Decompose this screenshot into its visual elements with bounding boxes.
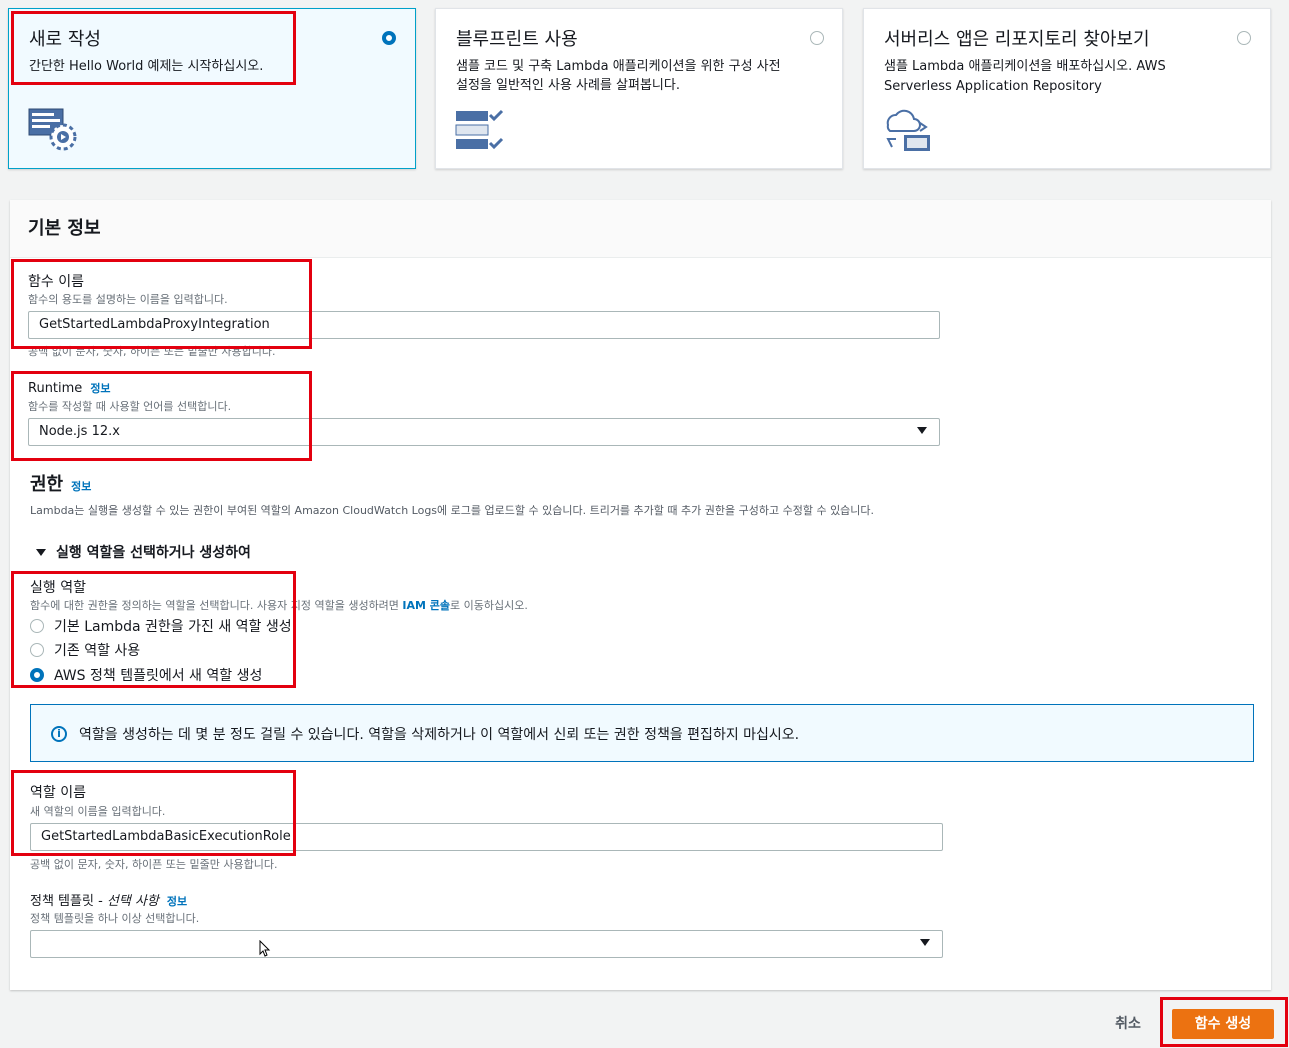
role-name-desc: 새 역할의 이름을 입력합니다. — [30, 805, 166, 818]
runtime-desc: 함수를 작성할 때 사용할 언어를 선택합니다. — [28, 400, 232, 413]
panel-title: 기본 정보 — [28, 218, 101, 239]
code-gear-icon — [28, 108, 77, 151]
radio-label: 기본 Lambda 권한을 가진 새 역할 생성 — [54, 619, 292, 635]
runtime-label: Runtime 정보 — [28, 380, 111, 396]
option-desc: 간단한 Hello World 예제는 시작하십시오. — [29, 59, 264, 74]
execution-role-desc-post: 로 이동하십시오. — [450, 599, 528, 612]
iam-console-link[interactable]: IAM 콘솔 — [402, 599, 450, 612]
function-name-hint: 공백 없이 문자, 숫자, 하이픈 또는 밑줄만 사용합니다. — [28, 345, 276, 358]
radio-option-new-basic-role[interactable]: 기본 Lambda 권한을 가진 새 역할 생성 — [30, 616, 292, 636]
role-name-label: 역할 이름 — [30, 785, 86, 801]
option-desc-line1: 샘플 코드 및 구축 Lambda 애플리케이션을 위한 구성 사전 — [456, 59, 781, 74]
runtime-info-link[interactable]: 정보 — [90, 382, 110, 395]
radio-button[interactable] — [30, 619, 44, 633]
radio-option-policy-template-role[interactable]: AWS 정책 템플릿에서 새 역할 생성 — [30, 665, 262, 685]
execution-role-desc-pre: 함수에 대한 권한을 정의하는 역할을 선택합니다. 사용자 지정 역할을 생성… — [30, 599, 403, 612]
option-radio[interactable] — [1237, 31, 1251, 45]
option-desc-line2: 설정을 일반적인 사용 사례를 살펴봅니다. — [456, 78, 680, 93]
permissions-info-link[interactable]: 정보 — [71, 480, 91, 493]
option-title: 서버리스 앱은 리포지토리 찾아보기 — [884, 29, 1150, 50]
option-desc-line2: Serverless Application Repository — [884, 79, 1102, 94]
permissions-title: 권한 정보 — [30, 470, 91, 496]
radio-label: 기존 역할 사용 — [54, 643, 141, 659]
radio-label: AWS 정책 템플릿에서 새 역할 생성 — [54, 668, 263, 684]
execution-role-desc: 함수에 대한 권한을 정의하는 역할을 선택합니다. 사용자 지정 역할을 생성… — [30, 597, 528, 613]
checklist-icon — [455, 109, 504, 150]
option-desc-line1: 샘플 Lambda 애플리케이션을 배포하십시오. AWS — [884, 59, 1166, 74]
runtime-label-text: Runtime — [28, 381, 83, 396]
expander-label: 실행 역할을 선택하거나 생성하여 — [56, 545, 251, 561]
option-card-author-from-scratch[interactable]: 새로 작성 간단한 Hello World 예제는 시작하십시오. — [8, 8, 416, 169]
permissions-desc: Lambda는 실행을 생성할 수 있는 권한이 부여된 역할의 Amazon … — [30, 504, 875, 517]
policy-template-label-text: 정책 템플릿 - — [30, 894, 107, 909]
runtime-select[interactable]: Node.js 12.x — [28, 418, 940, 446]
option-radio[interactable] — [810, 31, 824, 45]
role-name-input[interactable]: GetStartedLambdaBasicExecutionRole — [30, 823, 943, 851]
execution-role-label: 실행 역할 — [30, 580, 86, 596]
option-card-blueprint[interactable]: 블루프린트 사용 샘플 코드 및 구축 Lambda 애플리케이션을 위한 구성… — [435, 8, 843, 169]
radio-button[interactable] — [30, 643, 44, 657]
alert-text: 역할을 생성하는 데 몇 분 정도 걸릴 수 있습니다. 역할을 삭제하거나 이… — [79, 727, 800, 743]
policy-template-optional: 선택 사항 — [106, 894, 159, 909]
option-card-serverless-repo[interactable]: 서버리스 앱은 리포지토리 찾아보기 샘플 Lambda 애플리케이션을 배포하… — [863, 8, 1271, 169]
function-name-desc: 함수의 용도를 설명하는 이름을 입력합니다. — [28, 293, 228, 306]
chevron-down-icon — [920, 939, 930, 946]
cloud-deploy-icon — [886, 109, 930, 151]
runtime-select-value: Node.js 12.x — [39, 424, 120, 439]
caret-down-icon — [36, 548, 46, 556]
create-function-button[interactable]: 함수 생성 — [1172, 1009, 1274, 1039]
role-name-hint: 공백 없이 문자, 숫자, 하이픈 또는 밑줄만 사용합니다. — [30, 858, 278, 871]
function-name-label: 함수 이름 — [28, 274, 84, 290]
execution-role-expander[interactable]: 실행 역할을 선택하거나 생성하여 — [36, 542, 251, 562]
panel-header: 기본 정보 — [10, 200, 1271, 258]
cancel-button[interactable]: 취소 — [1105, 1010, 1151, 1038]
policy-template-select[interactable] — [30, 930, 943, 958]
chevron-down-icon — [917, 427, 927, 434]
option-title: 블루프린트 사용 — [456, 29, 578, 50]
info-alert: i 역할을 생성하는 데 몇 분 정도 걸릴 수 있습니다. 역할을 삭제하거나… — [30, 704, 1254, 762]
radio-option-existing-role[interactable]: 기존 역할 사용 — [30, 640, 140, 660]
radio-button[interactable] — [30, 668, 44, 682]
option-title: 새로 작성 — [29, 29, 101, 50]
function-name-input[interactable]: GetStartedLambdaProxyIntegration — [28, 311, 940, 339]
permissions-title-text: 권한 — [30, 474, 64, 495]
info-icon: i — [51, 726, 67, 742]
policy-template-desc: 정책 템플릿을 하나 이상 선택합니다. — [30, 912, 200, 925]
mouse-cursor-icon — [259, 940, 271, 957]
option-radio[interactable] — [382, 31, 396, 45]
policy-template-info-link[interactable]: 정보 — [167, 895, 187, 908]
policy-template-label: 정책 템플릿 - 선택 사항 정보 — [30, 890, 187, 909]
